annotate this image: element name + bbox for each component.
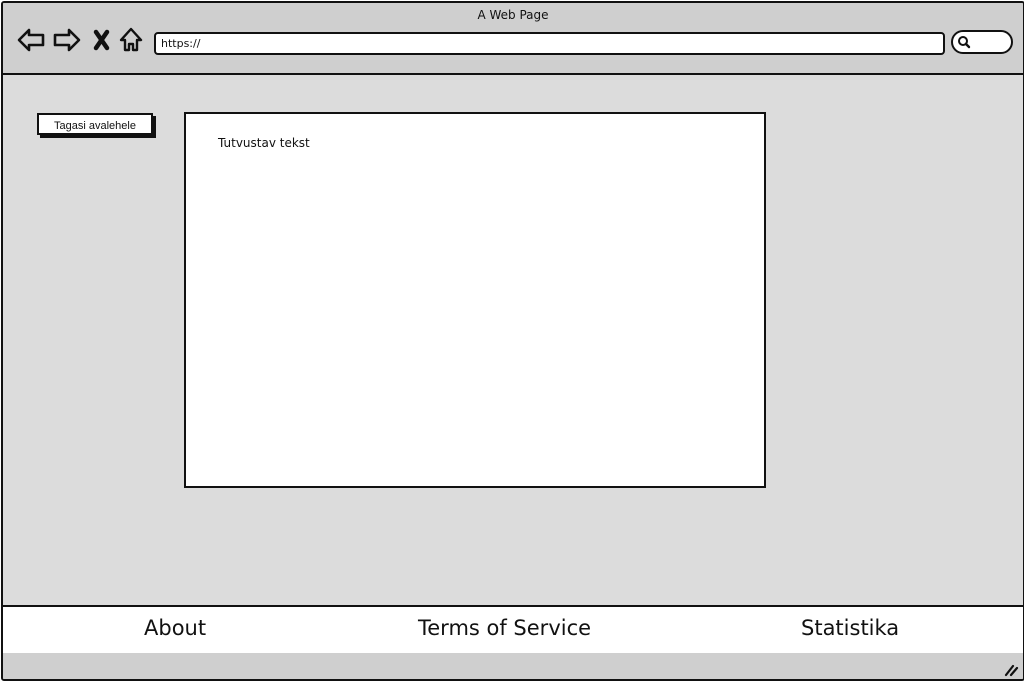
back-arrow-icon <box>17 28 45 52</box>
back-to-home-button[interactable]: Tagasi avalehele <box>37 113 153 135</box>
window-title: A Web Page <box>477 8 549 22</box>
status-bar <box>3 653 1023 679</box>
search-icon <box>958 36 971 49</box>
footer-link-statistika[interactable]: Statistika <box>801 607 899 653</box>
home-button[interactable] <box>117 25 147 55</box>
forward-button[interactable] <box>52 25 82 55</box>
intro-text: Tutvustav tekst <box>218 136 310 150</box>
home-icon <box>119 27 143 52</box>
resize-grip-icon[interactable] <box>1003 661 1019 677</box>
search-button[interactable] <box>951 30 1013 54</box>
footer-bar: About Terms of Service Statistika <box>3 605 1023 655</box>
back-button-nav[interactable] <box>16 25 46 55</box>
forward-arrow-icon <box>53 28 81 52</box>
footer-link-about[interactable]: About <box>144 607 206 653</box>
content-panel: Tutvustav tekst <box>184 112 766 488</box>
address-bar[interactable] <box>154 32 945 55</box>
footer-link-terms[interactable]: Terms of Service <box>418 607 591 653</box>
browser-window: A Web Page https:// Tagasi avalehele Tut… <box>1 1 1024 681</box>
browser-toolbar: A Web Page <box>3 3 1023 75</box>
